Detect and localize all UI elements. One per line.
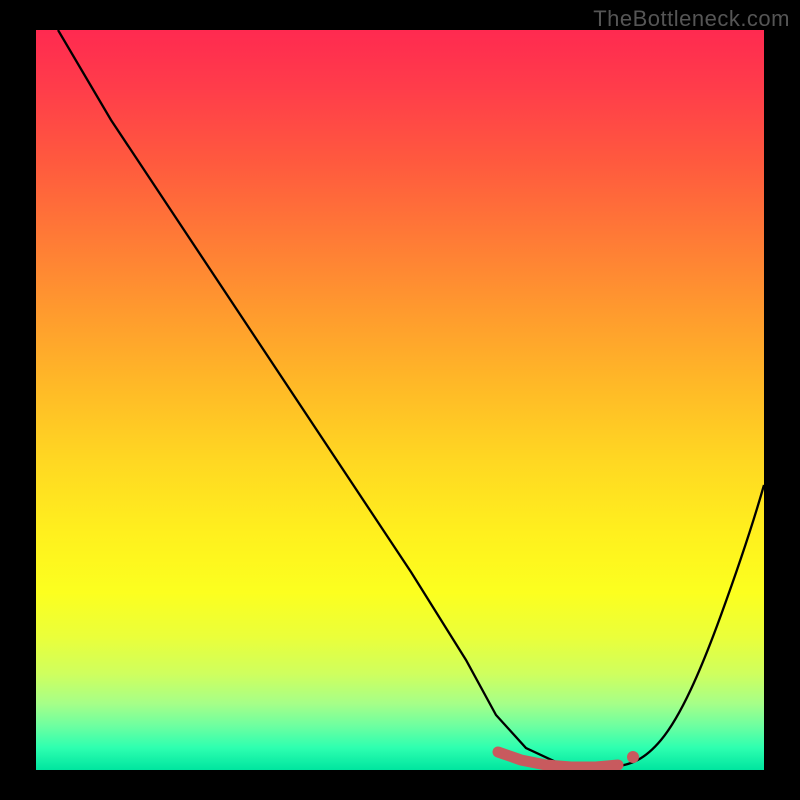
chart-svg [36, 30, 764, 770]
plot-area [36, 30, 764, 770]
valley-highlight [498, 752, 618, 767]
watermark-text: TheBottleneck.com [593, 6, 790, 32]
valley-marker [627, 751, 639, 763]
chart-frame: TheBottleneck.com [0, 0, 800, 800]
curve-left-branch [58, 30, 606, 767]
curve-right-branch [606, 485, 764, 767]
